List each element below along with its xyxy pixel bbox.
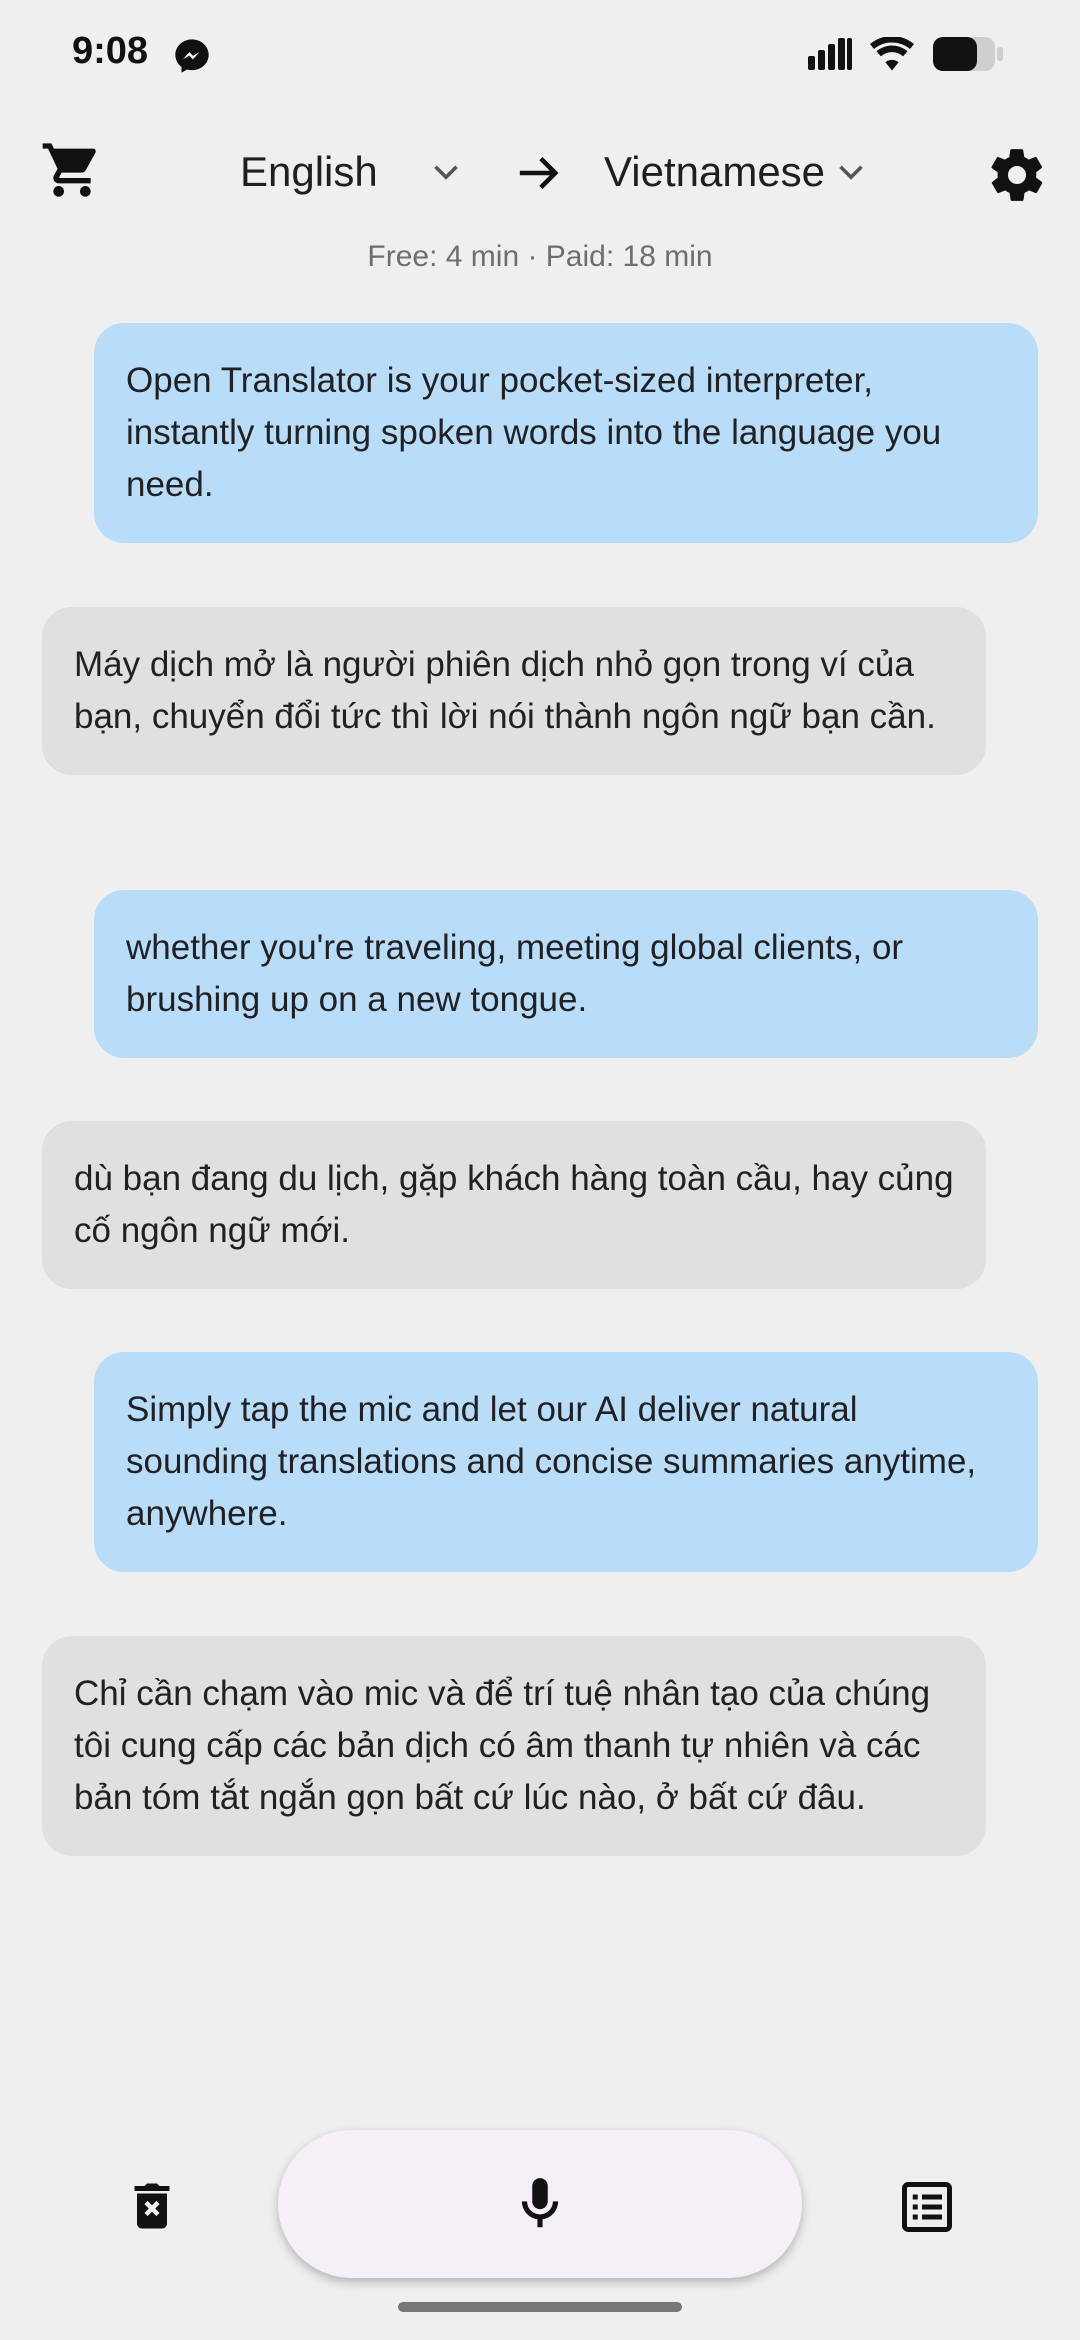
mic-button[interactable]: [278, 2130, 802, 2278]
usage-info: Free: 4 min · Paid: 18 min: [367, 240, 713, 273]
translation-message-bubble: dù bạn đang du lịch, gặp khách hàng toàn…: [42, 1121, 986, 1289]
cart-icon: [42, 143, 96, 197]
status-bar: 9:08: [0, 0, 1080, 100]
status-time: 9:08: [72, 30, 149, 72]
list-icon: [902, 2182, 952, 2232]
translation-message-bubble: Máy dịch mở là người phiên dịch nhỏ gọn …: [42, 607, 986, 775]
summary-button[interactable]: [892, 2172, 962, 2242]
source-message-bubble: Open Translator is your pocket-sized int…: [94, 323, 1038, 543]
source-language-selector[interactable]: English: [240, 140, 464, 204]
source-language-label: English: [240, 148, 378, 195]
target-language-label: Vietnamese: [604, 148, 826, 195]
source-message-bubble: whether you're traveling, meeting global…: [94, 890, 1038, 1058]
cart-button[interactable]: [38, 136, 106, 204]
chevron-down-icon: [839, 165, 863, 180]
chevron-down-icon: [433, 165, 458, 180]
clear-conversation-button[interactable]: [118, 2172, 186, 2240]
mic-icon: [521, 2178, 559, 2228]
target-language-selector[interactable]: Vietnamese: [604, 140, 869, 204]
app-screen: 9:08 English Vietnamese Free: 4 min · Pa…: [0, 0, 1080, 2340]
gear-icon: [991, 149, 1043, 201]
top-bar: English Vietnamese: [0, 130, 1080, 214]
signal-icon: [808, 38, 852, 70]
battery-icon: [933, 37, 1003, 71]
messenger-icon: [175, 39, 209, 73]
wifi-icon: [870, 37, 914, 71]
settings-button[interactable]: [982, 140, 1052, 210]
status-icons: [808, 34, 1004, 74]
source-message-bubble: Simply tap the mic and let our AI delive…: [94, 1352, 1038, 1572]
arrow-right-icon: [519, 156, 559, 190]
translation-message-bubble: Chỉ cần chạm vào mic và để trí tuệ nhân …: [42, 1636, 986, 1856]
home-indicator[interactable]: [398, 2302, 682, 2312]
delete-icon: [134, 2183, 170, 2229]
